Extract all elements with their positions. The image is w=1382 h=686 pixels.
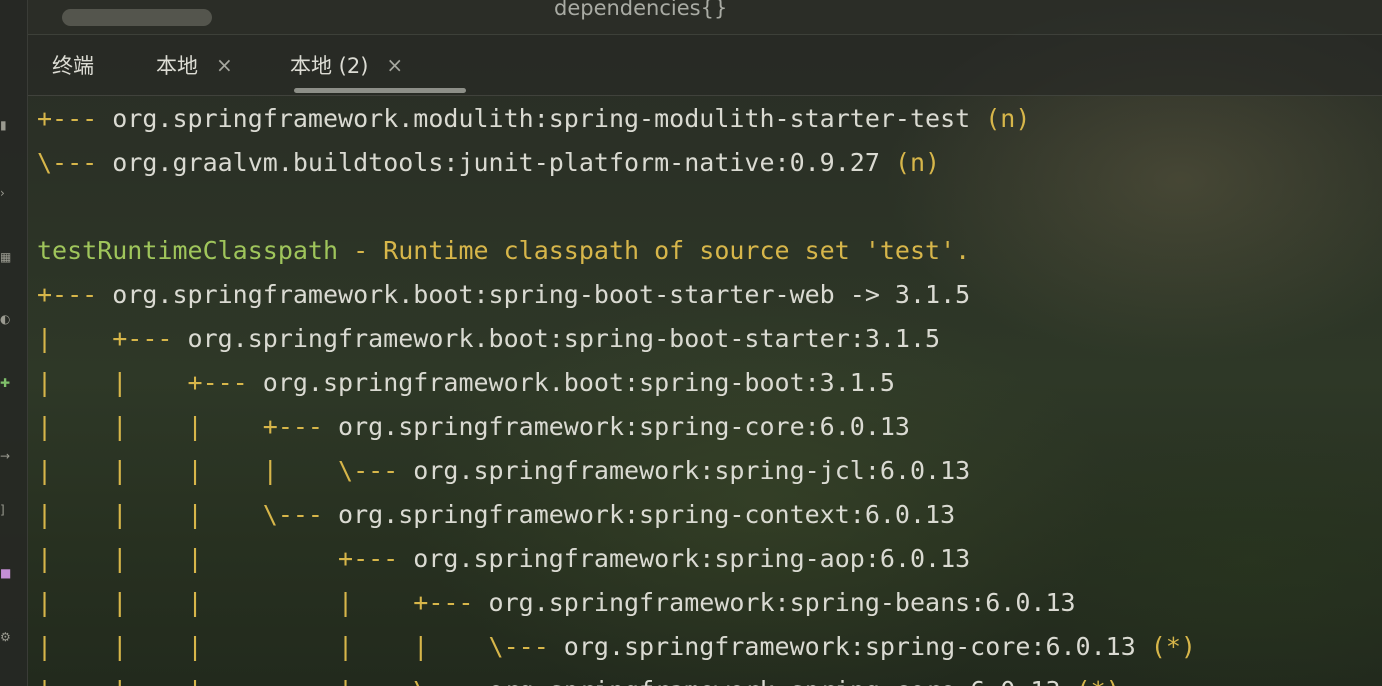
bracket-icon[interactable]: ] xyxy=(0,503,10,517)
output-line: +--- org.springframework.modulith:spring… xyxy=(37,97,1030,141)
dependency-text: org.graalvm.buildtools:junit-platform-na… xyxy=(112,148,880,177)
output-line: | | +--- org.springframework.boot:spring… xyxy=(37,361,895,405)
output-line: | | | +--- org.springframework:spring-co… xyxy=(37,405,910,449)
editor-title-bar: dependencies{} xyxy=(28,0,1382,35)
dependency-text: org.springframework.boot:spring-boot:3.1… xyxy=(262,368,895,397)
circle-icon[interactable]: ◐ xyxy=(0,312,10,326)
tab-label: 终端 xyxy=(52,54,94,78)
dependency-text: org.springframework:spring-context:6.0.1… xyxy=(338,500,956,529)
tree-branch: | +--- xyxy=(37,324,188,353)
dependency-text: org.springframework:spring-core:6.0.13 xyxy=(489,676,1061,686)
output-line: \--- org.graalvm.buildtools:junit-platfo… xyxy=(37,141,940,185)
tree-branch: +--- xyxy=(37,104,113,133)
scroll-indicator[interactable] xyxy=(62,9,212,26)
tab-local-2[interactable]: 本地 (2) × xyxy=(290,35,403,95)
dependency-note: (n) xyxy=(970,104,1031,133)
tree-branch: | | | +--- xyxy=(37,544,414,573)
dependency-text: org.springframework:spring-beans:6.0.13 xyxy=(488,588,1076,617)
output-line: | | | | \--- org.springframework:spring-… xyxy=(37,669,1121,686)
bookmark-icon[interactable]: ▮ xyxy=(0,118,10,132)
tab-label: 本地 (2) xyxy=(290,54,369,78)
tree-branch: | | | | | \--- xyxy=(37,632,564,661)
terminal-tab-bar: 终端 本地 × 本地 (2) × xyxy=(28,35,1382,96)
configuration-header: testRuntimeClasspath - Runtime classpath… xyxy=(37,229,970,273)
dependency-text: org.springframework:spring-jcl:6.0.13 xyxy=(413,456,971,485)
tree-branch: | | | | +--- xyxy=(37,588,489,617)
terminal-output[interactable]: +--- org.springframework.modulith:spring… xyxy=(37,97,1382,686)
tree-branch: | | | +--- xyxy=(37,412,339,441)
configuration-description: - Runtime classpath of source set 'test'… xyxy=(338,236,971,265)
output-line: | | | | \--- org.springframework:spring-… xyxy=(37,449,970,493)
output-line: | +--- org.springframework.boot:spring-b… xyxy=(37,317,940,361)
dependency-note: (n) xyxy=(879,148,941,177)
tree-branch: +--- xyxy=(37,280,113,309)
tab-local[interactable]: 本地 × xyxy=(156,35,233,95)
tree-branch: | | | | \--- xyxy=(37,676,489,686)
puzzle-icon[interactable]: ✚ xyxy=(0,376,10,390)
window-title: dependencies{} xyxy=(554,0,728,20)
debug-icon[interactable]: ⚙ xyxy=(0,630,11,644)
close-icon[interactable]: × xyxy=(216,53,233,77)
tab-terminal[interactable]: 终端 xyxy=(52,35,94,95)
configuration-name: testRuntimeClasspath xyxy=(37,236,339,265)
tree-branch: \--- xyxy=(37,148,113,177)
tree-branch: | | | | \--- xyxy=(37,456,414,485)
tool-window-strip: ▮ › ▦ ◐ ✚ → ] ■ ⚙ xyxy=(0,0,28,686)
grid-icon[interactable]: ▦ xyxy=(0,250,11,264)
dependency-text: org.springframework.boot:spring-boot-sta… xyxy=(112,280,971,309)
tree-branch: | | | \--- xyxy=(37,500,339,529)
output-line: | | | +--- org.springframework:spring-ao… xyxy=(37,537,970,581)
run-arrow-icon[interactable]: › xyxy=(0,186,10,200)
dependency-text: org.springframework.boot:spring-boot-sta… xyxy=(187,324,941,353)
output-line: +--- org.springframework.boot:spring-boo… xyxy=(37,273,970,317)
output-line: | | | | | \--- org.springframework:sprin… xyxy=(37,625,1196,669)
active-tab-indicator xyxy=(294,88,466,93)
dependency-text: org.springframework:spring-core:6.0.13 xyxy=(563,632,1136,661)
plugin-icon[interactable]: ■ xyxy=(0,566,11,580)
close-icon[interactable]: × xyxy=(386,53,403,77)
tab-label: 本地 xyxy=(156,54,198,78)
output-line: | | | | +--- org.springframework:spring-… xyxy=(37,581,1076,625)
dependency-text: org.springframework.modulith:spring-modu… xyxy=(112,104,971,133)
arrow-right-icon[interactable]: → xyxy=(0,449,10,463)
tree-branch: | | +--- xyxy=(37,368,263,397)
dependency-note: (*) xyxy=(1135,632,1196,661)
output-line: | | | \--- org.springframework:spring-co… xyxy=(37,493,955,537)
dependency-text: org.springframework:spring-core:6.0.13 xyxy=(338,412,910,441)
dependency-text: org.springframework:spring-aop:6.0.13 xyxy=(413,544,971,573)
dependency-note: (*) xyxy=(1061,676,1121,686)
